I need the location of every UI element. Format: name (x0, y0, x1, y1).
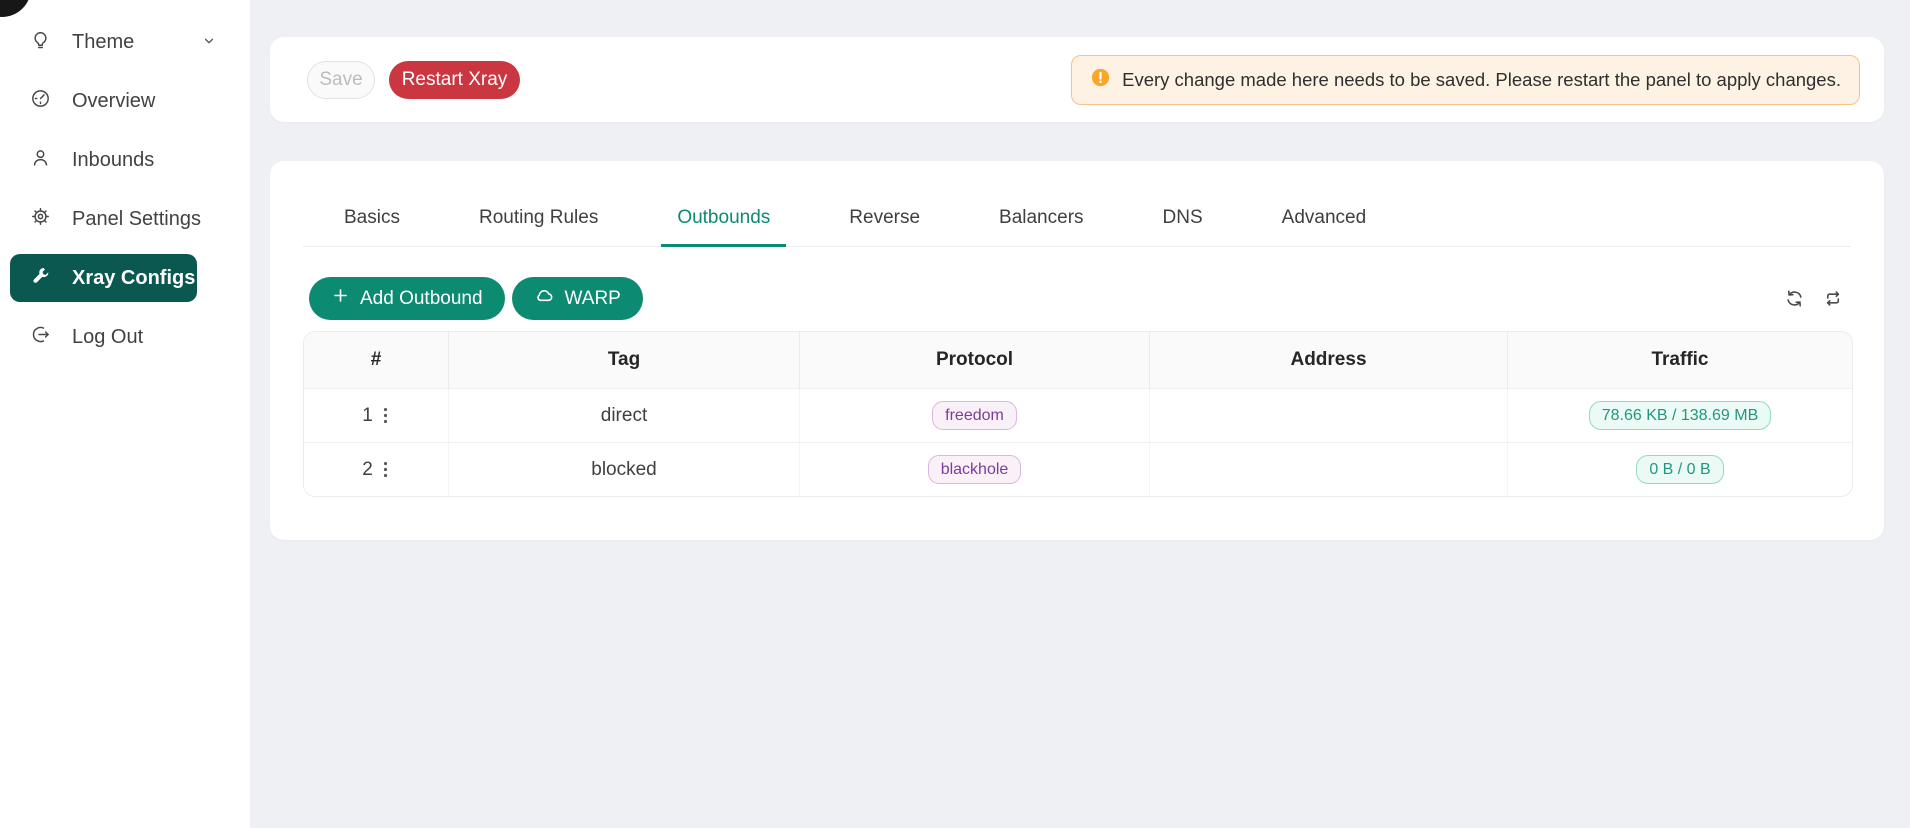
tab-balancers[interactable]: Balancers (983, 207, 1100, 247)
user-icon (30, 147, 51, 174)
table-row: 2 blocked blackhole 0 B / 0 B (304, 442, 1852, 496)
table-row: 1 direct freedom 78.66 KB / 138.69 MB (304, 388, 1852, 442)
traffic-badge: 0 B / 0 B (1636, 455, 1723, 485)
row-menu-icon[interactable] (381, 459, 390, 480)
row-index: 2 (362, 459, 373, 481)
config-tabs: Basics Routing Rules Outbounds Reverse B… (303, 161, 1851, 247)
chevron-down-icon (202, 31, 216, 54)
column-header-index: # (304, 332, 449, 388)
corner-decoration (0, 0, 31, 17)
logout-icon (30, 324, 51, 351)
column-header-protocol: Protocol (800, 332, 1150, 388)
gear-icon (30, 206, 51, 233)
refresh-icon[interactable] (1782, 286, 1807, 311)
sidebar-item-inbounds[interactable]: Inbounds (0, 136, 250, 184)
sidebar: Theme Overview (0, 0, 250, 828)
warp-label: WARP (565, 288, 621, 310)
column-header-address: Address (1150, 332, 1508, 388)
sidebar-item-label: Log Out (72, 326, 143, 349)
row-index: 1 (362, 405, 373, 427)
warning-icon (1090, 67, 1111, 93)
sidebar-item-xray-configs[interactable]: Xray Configs (10, 254, 197, 302)
bulb-icon (30, 29, 51, 56)
tab-advanced[interactable]: Advanced (1266, 207, 1383, 247)
protocol-badge: blackhole (928, 455, 1022, 485)
alert-text: Every change made here needs to be saved… (1122, 69, 1841, 91)
outbounds-table: # Tag Protocol Address Traffic 1 direct … (303, 331, 1853, 497)
tab-routing-rules[interactable]: Routing Rules (463, 207, 614, 247)
table-header-row: # Tag Protocol Address Traffic (304, 332, 1852, 388)
sidebar-item-panel-settings[interactable]: Panel Settings (0, 195, 250, 243)
restart-xray-button[interactable]: Restart Xray (389, 61, 520, 99)
sidebar-item-label: Overview (72, 90, 155, 113)
row-menu-icon[interactable] (381, 405, 390, 426)
xray-config-card: Basics Routing Rules Outbounds Reverse B… (270, 161, 1884, 540)
sidebar-item-label: Xray Configs (72, 267, 195, 290)
add-outbound-button[interactable]: Add Outbound (309, 277, 505, 320)
address-cell (1150, 443, 1508, 496)
dashboard-icon (30, 88, 51, 115)
add-outbound-label: Add Outbound (360, 288, 483, 310)
sidebar-item-theme[interactable]: Theme (0, 18, 250, 66)
app-window: Theme Overview (0, 0, 1910, 828)
tab-outbounds[interactable]: Outbounds (661, 207, 786, 247)
protocol-badge: freedom (932, 401, 1017, 431)
table-tools (1782, 286, 1845, 311)
unsaved-changes-alert: Every change made here needs to be saved… (1071, 55, 1860, 105)
tab-dns[interactable]: DNS (1147, 207, 1219, 247)
column-header-tag: Tag (449, 332, 800, 388)
sidebar-item-overview[interactable]: Overview (0, 77, 250, 125)
tag-cell: direct (449, 389, 800, 442)
traffic-badge: 78.66 KB / 138.69 MB (1589, 401, 1772, 431)
repeat-icon[interactable] (1820, 286, 1845, 311)
warp-button[interactable]: WARP (512, 277, 643, 320)
cloud-icon (534, 285, 555, 312)
plus-icon (331, 286, 350, 311)
save-button[interactable]: Save (307, 61, 375, 99)
tab-reverse[interactable]: Reverse (833, 207, 936, 247)
sidebar-item-label: Theme (72, 31, 134, 54)
outbound-actions-row: Add Outbound WARP (303, 277, 1851, 320)
tag-cell: blocked (449, 443, 800, 496)
sidebar-item-log-out[interactable]: Log Out (0, 313, 250, 361)
wrench-icon (30, 265, 51, 292)
save-toolbar-card: Save Restart Xray Every change made here… (270, 37, 1884, 122)
address-cell (1150, 389, 1508, 442)
column-header-traffic: Traffic (1508, 332, 1852, 388)
sidebar-item-label: Panel Settings (72, 208, 201, 231)
tab-basics[interactable]: Basics (328, 207, 416, 247)
sidebar-item-label: Inbounds (72, 149, 154, 172)
